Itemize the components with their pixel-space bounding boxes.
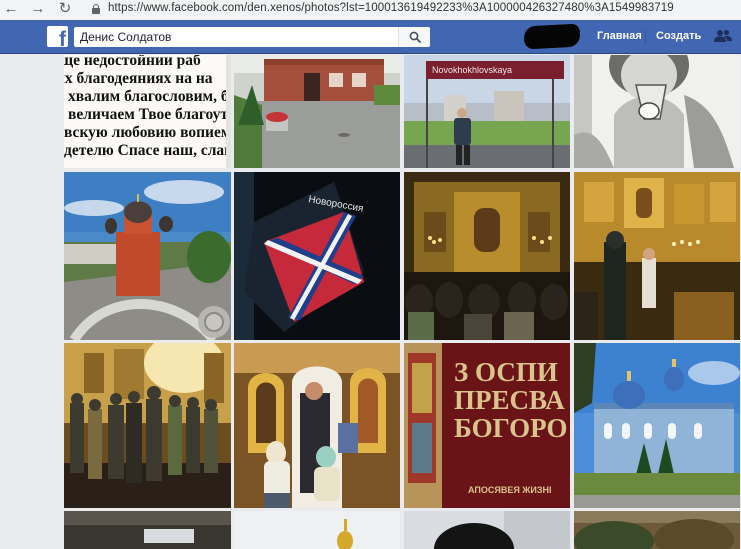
photo-station-building[interactable] [234,55,400,168]
photo-man-at-station[interactable]: Novokhokhlovskaya [404,55,570,168]
facebook-logo-icon[interactable]: f [47,26,68,50]
photo-monastery-aerial[interactable] [64,172,231,340]
photo-blue-church[interactable] [574,343,740,508]
search-button[interactable] [398,27,430,47]
photo-novorossiya-flag[interactable]: Новороссия [234,172,400,340]
prayer-line-5: вскую любовию вопием Т [64,124,231,141]
photo-priest-icons[interactable] [574,172,740,340]
prayer-line-4: величаем Твое благоутр [68,106,231,123]
station-sign-text: Novokhokhlovskaya [432,65,512,75]
prayer-line-1: ще недостойнии раб [64,55,201,69]
book-title-line-2: ПРЕСВА [454,385,565,415]
photo-church-interior-service[interactable] [404,172,570,340]
photo-girls-at-icon[interactable] [234,343,400,508]
reload-icon[interactable]: ↻ [57,1,73,17]
friend-requests-icon[interactable] [714,29,732,48]
photo-dark-room[interactable] [64,511,231,549]
lock-icon [92,4,100,14]
url-text[interactable]: https://www.facebook.com/den.xenos/photo… [108,2,674,14]
nav-divider [645,30,646,44]
photo-cupola-sky[interactable] [234,511,400,549]
photo-church-crowd[interactable] [64,343,231,508]
forward-arrow-icon[interactable]: → [30,1,46,17]
photo-trees[interactable] [574,511,740,549]
book-footer: АПОСЯВЕЯ ЖИЗНІ [468,485,552,495]
create-link[interactable]: Создать [656,30,701,42]
book-title-line-3: БОГОРО [454,413,568,443]
photo-book-cover[interactable]: З ОСПИ ПРЕСВА БОГОРО АПОСЯВЕЯ ЖИЗНІ [404,343,570,508]
prayer-line-3: хвалим благословим, бл [68,88,231,105]
prayer-line-6: детелю Спасе наш, слава [64,142,231,159]
browser-address-bar: ← → ↻ https://www.facebook.com/den.xenos… [0,0,741,20]
search-icon [409,31,421,43]
back-arrow-icon[interactable]: ← [3,1,19,17]
facebook-header: f Главная Создать [0,20,741,54]
home-link[interactable]: Главная [597,30,642,42]
search-input[interactable] [74,27,396,47]
photo-sketch-praying-hands[interactable] [574,55,740,168]
book-title-line-1: З ОСПИ [454,357,558,387]
prayer-line-2: их благодеяниях на на [64,70,213,87]
redacted-profile-name [523,23,581,50]
photo-prayer-text[interactable]: ще недостойнии раб их благодеяниях на на… [64,55,231,168]
search-box [74,27,430,47]
photo-building-dark[interactable] [404,511,570,549]
